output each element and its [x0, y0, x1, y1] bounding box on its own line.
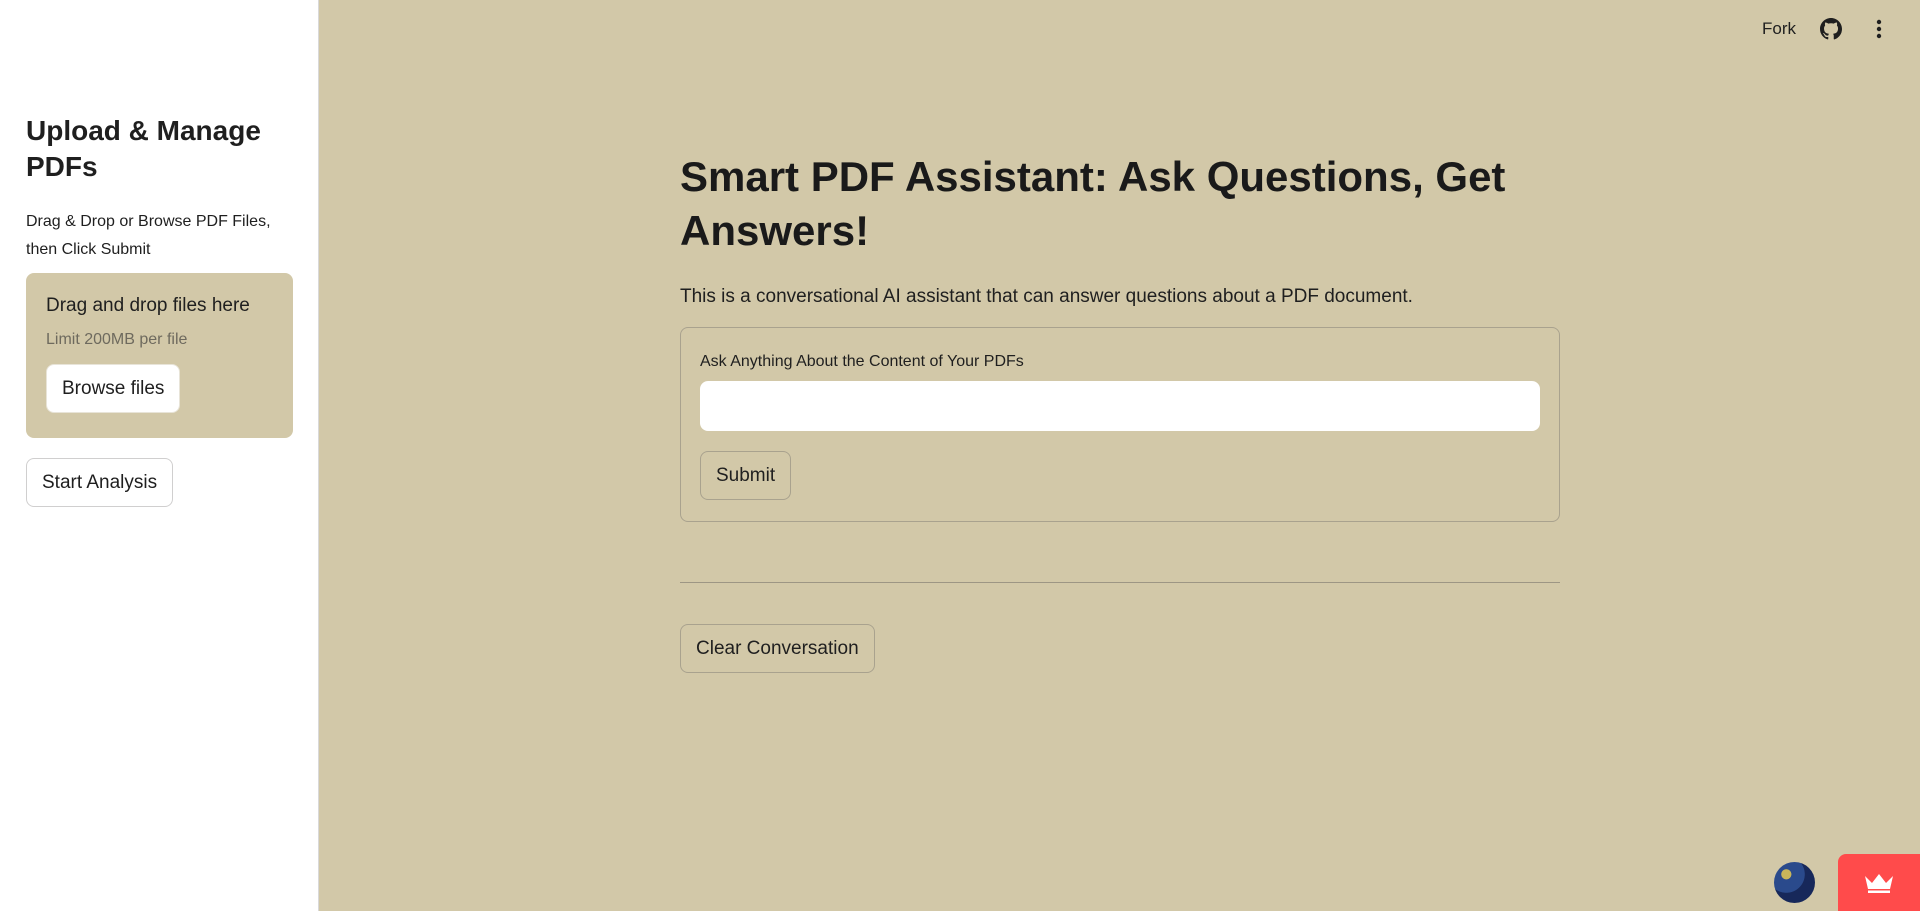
clear-conversation-button[interactable]: Clear Conversation [680, 624, 875, 673]
file-dropzone[interactable]: Drag and drop files here Limit 200MB per… [26, 273, 293, 438]
github-icon-svg [1820, 18, 1842, 40]
dropzone-title: Drag and drop files here [46, 295, 250, 316]
sidebar-title: Upload & Manage PDFs [26, 115, 261, 182]
fork-button[interactable]: Fork [1762, 19, 1796, 39]
avatar[interactable] [1774, 862, 1815, 903]
question-form: Ask Anything About the Content of Your P… [680, 327, 1560, 522]
sidebar: Upload & Manage PDFs Drag & Drop or Brow… [0, 0, 319, 911]
question-input[interactable] [700, 381, 1540, 431]
page-title: Smart PDF Assistant: Ask Questions, Get … [680, 153, 1506, 254]
toolbar: Fork [1762, 16, 1892, 42]
github-icon[interactable] [1818, 16, 1844, 42]
browse-files-button[interactable]: Browse files [46, 364, 181, 413]
streamlit-crown-icon[interactable] [1838, 854, 1920, 911]
main-content: Smart PDF Assistant: Ask Questions, Get … [680, 150, 1560, 673]
kebab-menu-icon-svg [1876, 19, 1882, 39]
sidebar-description: Drag & Drop or Browse PDF Files, then Cl… [26, 213, 271, 258]
divider [680, 582, 1560, 583]
dropzone-limit: Limit 200MB per file [46, 331, 188, 348]
app-root: Upload & Manage PDFs Drag & Drop or Brow… [0, 0, 1920, 911]
submit-button[interactable]: Submit [700, 451, 792, 500]
start-analysis-button[interactable]: Start Analysis [26, 458, 174, 507]
kebab-menu-icon[interactable] [1866, 16, 1892, 42]
question-label: Ask Anything About the Content of Your P… [700, 353, 1024, 370]
page-description: This is a conversational AI assistant th… [680, 286, 1413, 307]
main-area: Fork Smart PDF Assistant: Ask Questions,… [319, 0, 1920, 911]
crown-icon [1865, 873, 1893, 893]
form-actions: Submit [700, 431, 1540, 500]
